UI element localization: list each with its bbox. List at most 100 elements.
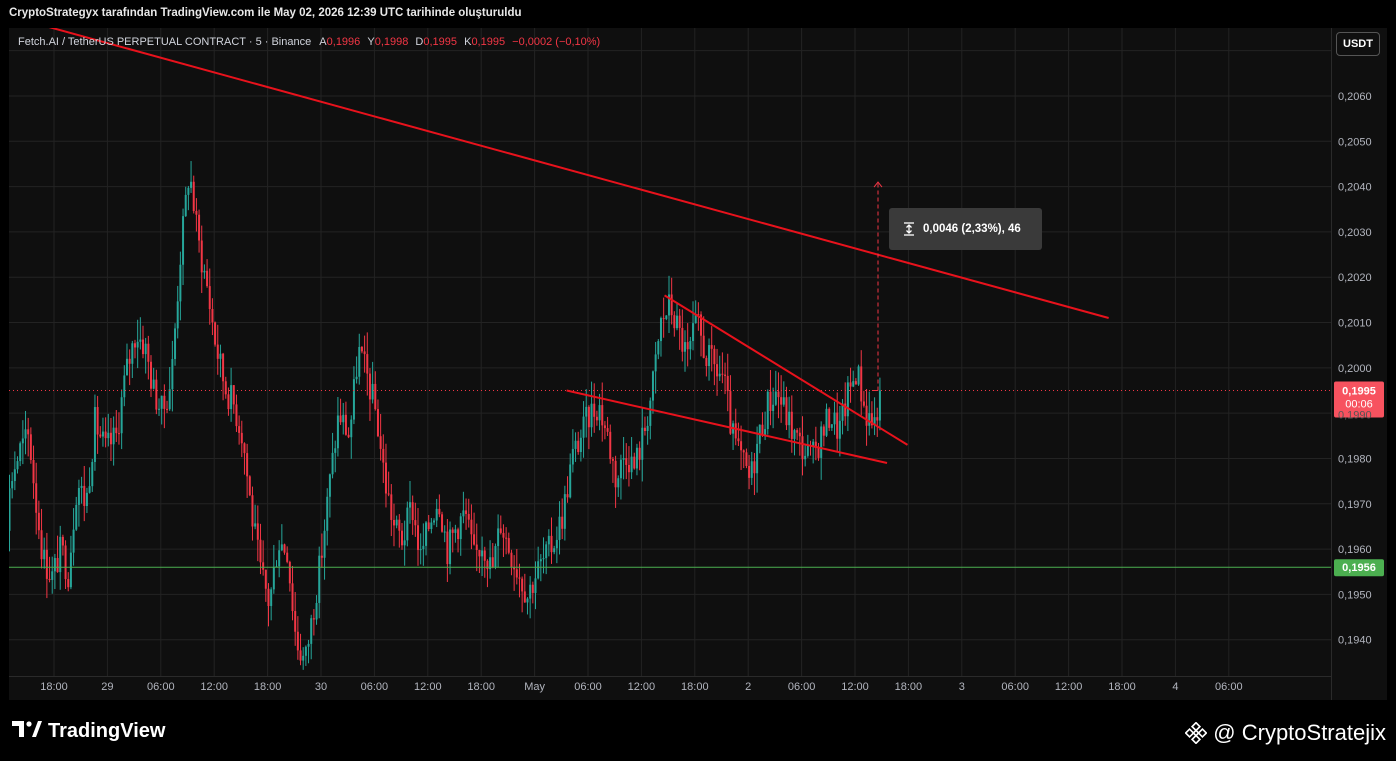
- candle[interactable]: [190, 161, 193, 193]
- candle[interactable]: [601, 382, 604, 442]
- candle[interactable]: [256, 505, 259, 562]
- candle[interactable]: [80, 476, 83, 504]
- candle[interactable]: [403, 520, 406, 566]
- candle[interactable]: [473, 512, 476, 546]
- candle[interactable]: [133, 339, 136, 359]
- candle[interactable]: [561, 498, 564, 540]
- candle[interactable]: [382, 434, 385, 483]
- candle[interactable]: [796, 428, 799, 441]
- candle[interactable]: [502, 524, 505, 557]
- candle[interactable]: [579, 429, 582, 462]
- candle[interactable]: [142, 325, 144, 359]
- candle[interactable]: [246, 443, 249, 498]
- candle[interactable]: [692, 301, 695, 351]
- candle[interactable]: [569, 453, 572, 499]
- candle[interactable]: [454, 524, 457, 543]
- candle[interactable]: [179, 251, 182, 321]
- candle[interactable]: [280, 524, 283, 552]
- symbol-name[interactable]: Fetch.AI / TetherUS PERPETUAL CONTRACT ·…: [18, 36, 311, 48]
- candle[interactable]: [128, 349, 131, 386]
- candle[interactable]: [206, 259, 209, 288]
- candle[interactable]: [590, 381, 593, 437]
- candle[interactable]: [19, 441, 22, 467]
- candle[interactable]: [673, 311, 676, 337]
- candle[interactable]: [328, 473, 331, 518]
- candle[interactable]: [195, 198, 198, 232]
- candle[interactable]: [646, 416, 649, 445]
- candle[interactable]: [51, 556, 54, 594]
- candle[interactable]: [336, 396, 339, 457]
- candle[interactable]: [729, 375, 732, 435]
- candle[interactable]: [251, 486, 254, 541]
- candle[interactable]: [392, 503, 395, 547]
- candle[interactable]: [294, 591, 297, 646]
- candle[interactable]: [259, 523, 262, 575]
- candle[interactable]: [689, 336, 692, 360]
- candle[interactable]: [643, 416, 646, 436]
- candle[interactable]: [716, 348, 719, 396]
- candle[interactable]: [614, 455, 617, 508]
- candle[interactable]: [115, 409, 118, 442]
- candle[interactable]: [275, 560, 278, 568]
- candle[interactable]: [603, 421, 606, 440]
- candle[interactable]: [323, 519, 326, 580]
- candle[interactable]: [865, 388, 868, 446]
- candle[interactable]: [248, 475, 251, 497]
- candle[interactable]: [497, 514, 500, 568]
- candle[interactable]: [526, 597, 529, 615]
- candle[interactable]: [574, 432, 577, 462]
- candle[interactable]: [75, 496, 78, 531]
- candle[interactable]: [411, 495, 414, 535]
- candle[interactable]: [443, 525, 446, 543]
- candle[interactable]: [566, 476, 569, 503]
- candle[interactable]: [849, 367, 852, 403]
- candle[interactable]: [425, 520, 428, 556]
- candle[interactable]: [363, 335, 366, 373]
- candle[interactable]: [350, 415, 353, 459]
- candle[interactable]: [77, 479, 80, 527]
- candle[interactable]: [147, 335, 150, 380]
- candle[interactable]: [262, 540, 265, 576]
- candle[interactable]: [745, 448, 748, 469]
- candle[interactable]: [878, 377, 881, 431]
- candle[interactable]: [96, 395, 99, 454]
- candle[interactable]: [398, 514, 401, 548]
- candle[interactable]: [334, 440, 337, 473]
- candle[interactable]: [478, 549, 481, 574]
- candle[interactable]: [785, 386, 788, 430]
- candle[interactable]: [611, 456, 614, 483]
- candle[interactable]: [529, 576, 532, 619]
- candle[interactable]: [766, 389, 769, 435]
- candle[interactable]: [61, 534, 64, 556]
- candle[interactable]: [553, 545, 556, 555]
- candle[interactable]: [302, 647, 305, 670]
- candle[interactable]: [304, 645, 307, 666]
- candle[interactable]: [633, 452, 636, 470]
- candle[interactable]: [422, 523, 425, 566]
- candle[interactable]: [665, 315, 668, 321]
- candle[interactable]: [606, 416, 609, 437]
- candle[interactable]: [726, 353, 729, 412]
- candle[interactable]: [873, 397, 876, 436]
- candle[interactable]: [11, 472, 14, 499]
- candle[interactable]: [491, 543, 494, 569]
- candle[interactable]: [676, 303, 678, 331]
- candle[interactable]: [806, 434, 809, 458]
- chart-area[interactable]: 0,20700,20600,20500,20400,20300,20200,20…: [9, 28, 1387, 700]
- candle[interactable]: [224, 376, 227, 399]
- candle[interactable]: [846, 376, 849, 432]
- candle[interactable]: [104, 417, 107, 448]
- candle[interactable]: [790, 395, 793, 453]
- candle[interactable]: [344, 401, 347, 436]
- candle[interactable]: [627, 446, 630, 487]
- candle[interactable]: [732, 420, 735, 450]
- currency-button[interactable]: USDT: [1336, 32, 1380, 56]
- candle[interactable]: [9, 474, 11, 552]
- candle[interactable]: [740, 425, 743, 470]
- candle[interactable]: [678, 308, 681, 350]
- candle[interactable]: [409, 481, 411, 524]
- candle[interactable]: [761, 412, 764, 437]
- candle[interactable]: [782, 381, 785, 407]
- candle[interactable]: [830, 424, 833, 431]
- candle[interactable]: [822, 424, 825, 447]
